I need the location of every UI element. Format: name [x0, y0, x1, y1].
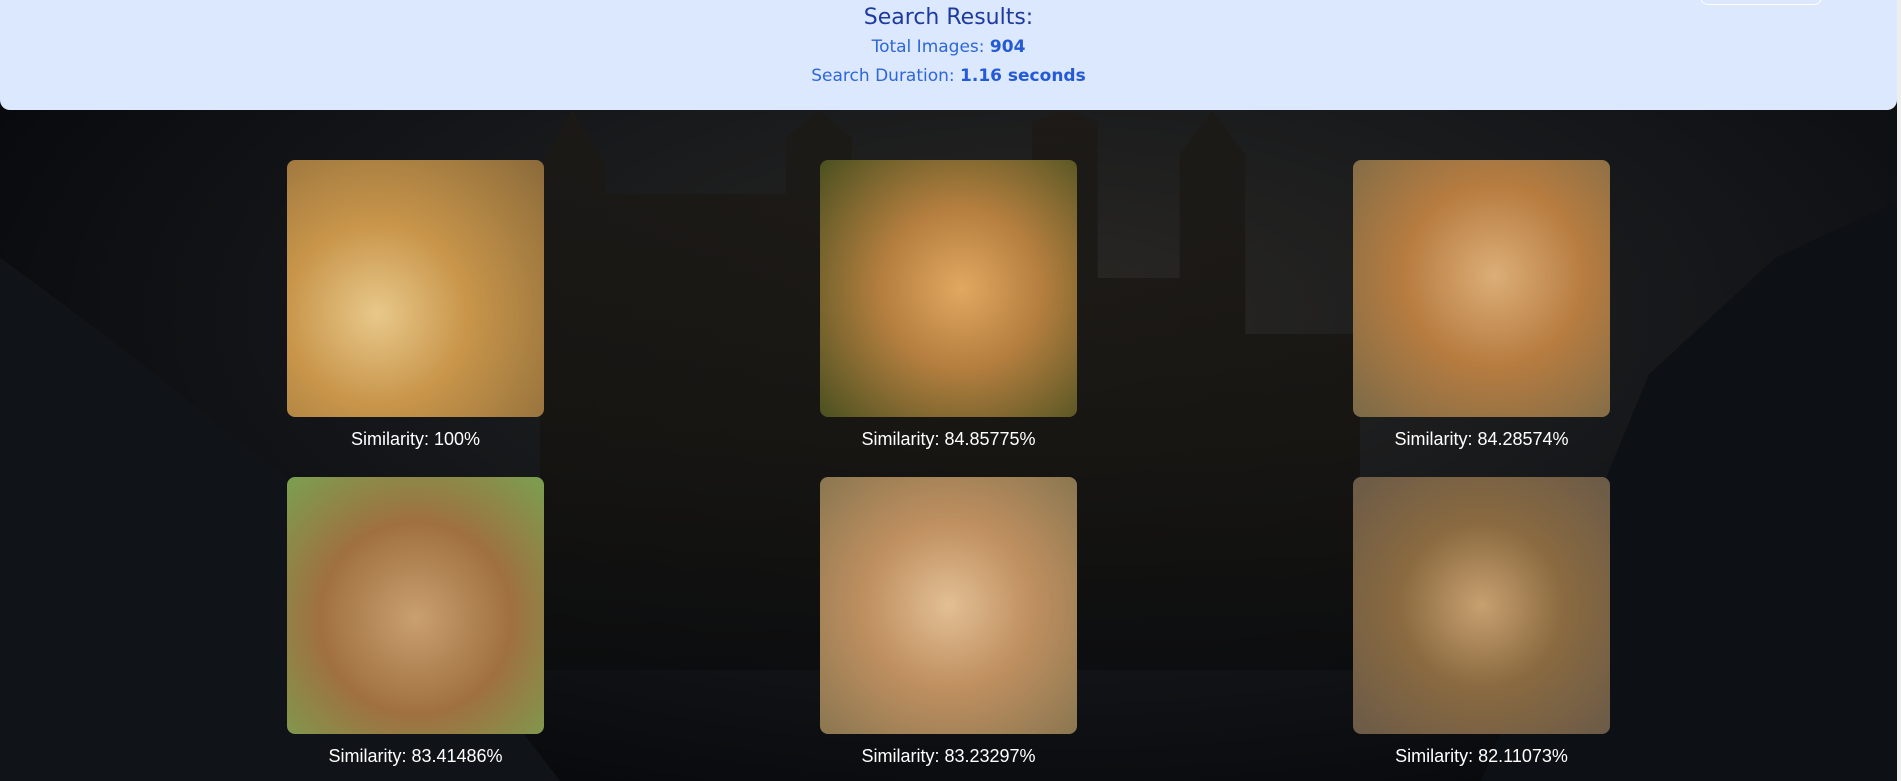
similarity-label: Similarity: 100% [350, 429, 481, 449]
search-duration-label: Search Duration: [811, 66, 961, 86]
result-image[interactable] [820, 477, 1077, 734]
result-card[interactable]: Similarity: 83.41486% [287, 477, 544, 767]
result-card[interactable]: Similarity: 84.85775% [820, 160, 1077, 450]
result-card[interactable]: Similarity: 84.28574% [1353, 160, 1610, 450]
search-duration: Search Duration: 1.16 seconds [0, 62, 1897, 91]
result-image[interactable] [287, 160, 544, 417]
similarity-label: Similarity: 84.28574% [1394, 429, 1569, 449]
total-images-label: Total Images: [871, 37, 990, 57]
results-title: Search Results: [863, 5, 1034, 30]
result-card[interactable]: Similarity: 83.23297% [820, 477, 1077, 767]
header-button[interactable] [1700, 0, 1822, 5]
similarity-label: Similarity: 83.23297% [861, 746, 1036, 766]
search-duration-value: 1.16 seconds [960, 66, 1086, 86]
result-card[interactable]: Similarity: 82.11073% [1353, 477, 1610, 767]
result-image[interactable] [287, 477, 544, 734]
result-card[interactable]: Similarity: 100% [287, 160, 544, 450]
result-image[interactable] [1353, 160, 1610, 417]
result-image[interactable] [1353, 477, 1610, 734]
result-image[interactable] [820, 160, 1077, 417]
similarity-label: Similarity: 84.85775% [861, 429, 1036, 449]
total-images-value: 904 [989, 37, 1026, 57]
total-images: Total Images: 904 [0, 33, 1897, 62]
similarity-label: Similarity: 82.11073% [1395, 746, 1568, 766]
similarity-label: Similarity: 83.41486% [328, 746, 503, 766]
scrollbar[interactable] [1897, 0, 1901, 781]
search-results-header: Search Results: Total Images: 904 Search… [0, 0, 1897, 110]
